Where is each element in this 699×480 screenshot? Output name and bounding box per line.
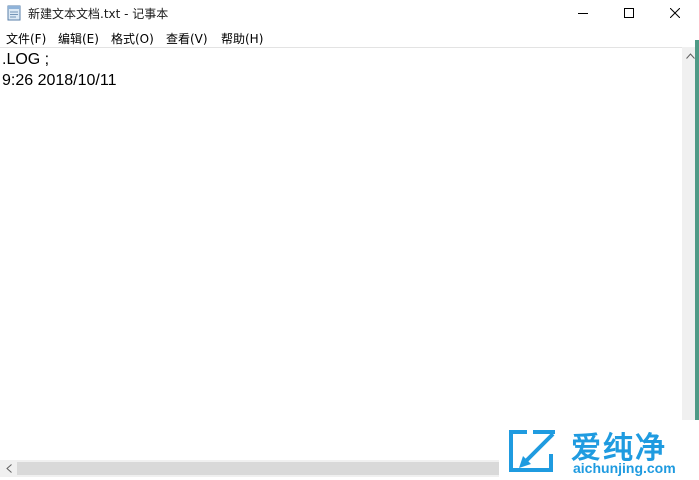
arrow-up-icon — [686, 52, 695, 59]
watermark-logo-icon — [507, 426, 559, 476]
watermark: 爱纯净 aichunjing.com — [499, 420, 699, 480]
menu-view[interactable]: 查看(V) — [166, 30, 208, 47]
desktop-background — [695, 40, 699, 480]
arrow-left-icon — [5, 464, 12, 473]
menu-file[interactable]: 文件(F) — [6, 30, 46, 47]
watermark-url: aichunjing.com — [573, 460, 676, 476]
close-icon — [670, 8, 680, 18]
menu-format[interactable]: 格式(O) — [111, 30, 154, 47]
text-line: 9:26 2018/10/11 — [2, 72, 117, 89]
menu-edit[interactable]: 编辑(E) — [58, 30, 99, 47]
horizontal-scrollbar[interactable] — [0, 460, 499, 477]
text-line: .LOG ; — [2, 51, 50, 68]
maximize-icon — [624, 8, 634, 18]
minimize-button[interactable] — [560, 0, 606, 26]
notepad-icon — [7, 5, 21, 21]
menu-help[interactable]: 帮助(H) — [221, 30, 263, 47]
close-button[interactable] — [652, 0, 698, 26]
notepad-window: 新建文本文档.txt - 记事本 文件(F) 编辑(E) 格式(O) 查看(V)… — [0, 0, 699, 480]
title-bar[interactable]: 新建文本文档.txt - 记事本 — [0, 0, 699, 26]
scrollbar-thumb[interactable] — [17, 462, 499, 475]
minimize-icon — [578, 13, 588, 14]
scroll-left-button[interactable] — [0, 460, 17, 477]
window-title: 新建文本文档.txt - 记事本 — [28, 7, 169, 21]
maximize-button[interactable] — [606, 0, 652, 26]
text-editor-area[interactable]: .LOG ; 9:26 2018/10/11 — [0, 47, 682, 461]
menu-bar: 文件(F) 编辑(E) 格式(O) 查看(V) 帮助(H) — [0, 27, 699, 47]
